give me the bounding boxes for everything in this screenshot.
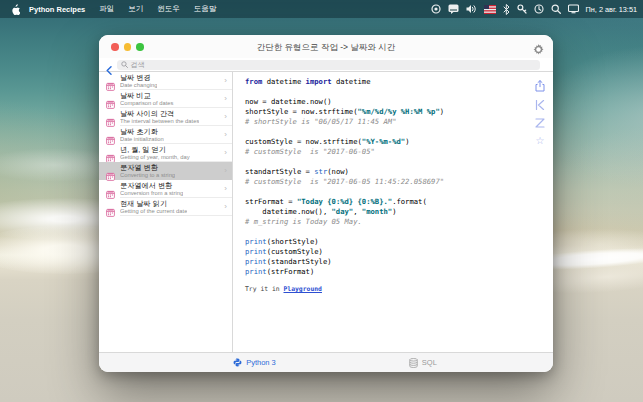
key-icon[interactable] <box>517 4 527 14</box>
code-line: strFormat = "Today {0:%d} {0:%B}.".forma… <box>245 197 553 207</box>
code-line: shortStyle = now.strftime("%m/%d/%y %H:%… <box>245 107 553 117</box>
sidebar-item-subtitle: Date initialization <box>120 136 164 143</box>
sidebar-item-subtitle: Conversion from a string <box>120 190 183 197</box>
menu-item-2[interactable]: 윈도우 <box>157 4 180 14</box>
chevron-right-icon: › <box>224 149 227 157</box>
code-line: print(shortStyle) <box>245 237 553 247</box>
sidebar-item-title: 날짜 변경 <box>120 74 157 82</box>
try-it-line: Try it in Playground <box>245 285 553 293</box>
status-icons <box>431 4 579 15</box>
format-z-icon[interactable] <box>535 118 545 128</box>
sidebar-item-subtitle: Getting of the current date <box>120 208 187 215</box>
sidebar-item-4[interactable]: 날짜 초기화Date initialization › <box>99 126 232 144</box>
sidebar-item-5[interactable]: 년, 월, 일 얻기Getting of year, month, day › <box>99 144 232 162</box>
display-icon[interactable] <box>568 4 579 14</box>
sidebar-item-2[interactable]: 날짜 비교Comparison of dates › <box>99 90 232 108</box>
code-line <box>245 157 553 167</box>
menu-item-0[interactable]: 파일 <box>99 4 114 14</box>
code-line <box>245 87 553 97</box>
chevron-right-icon: › <box>224 167 227 175</box>
chevron-right-icon: › <box>224 113 227 121</box>
active-app-name[interactable]: Python Recipes <box>29 5 85 14</box>
window-title: 간단한 유형으로 작업 -> 날짜와 시간 <box>99 42 553 54</box>
sidebar-item-8[interactable]: 현재 날짜 읽기Getting of the current date › <box>99 198 232 216</box>
code-line <box>245 227 553 237</box>
display-chat-icon[interactable] <box>448 4 459 14</box>
code-line <box>245 187 553 197</box>
menu-item-1[interactable]: 보기 <box>128 4 143 14</box>
code-line: from datetime import datetime <box>245 77 553 87</box>
sidebar-item-subtitle: Date changing <box>120 82 157 89</box>
sidebar-list: 날짜 변경Date changing›날짜 비교Comparison of da… <box>99 72 233 352</box>
volume-icon[interactable] <box>466 4 477 14</box>
code-line: now = datetime.now() <box>245 97 553 107</box>
code-line: standartStyle = str(now) <box>245 167 553 177</box>
bluetooth-icon[interactable] <box>503 4 510 15</box>
search-icon <box>121 61 128 68</box>
code-line: print(standartStyle) <box>245 257 553 267</box>
search-input[interactable]: 검색 <box>117 60 540 71</box>
code-line <box>245 127 553 137</box>
apple-menu-icon[interactable] <box>11 4 20 15</box>
menu-bar-clock[interactable]: Пн, 2 авг. 13:51 <box>586 5 637 14</box>
sidebar-item-title: 날짜 초기화 <box>120 128 164 136</box>
code-line: datetime.now(), "day", "month") <box>245 207 553 217</box>
chevron-right-icon: › <box>224 77 227 85</box>
chevron-right-icon: › <box>224 131 227 139</box>
sidebar-item-title: 년, 월, 일 얻기 <box>120 146 190 154</box>
playground-link[interactable]: Playground <box>283 285 321 293</box>
sidebar-item-1[interactable]: 날짜 변경Date changing › <box>99 72 232 90</box>
gear-icon[interactable] <box>533 41 544 59</box>
spotlight-icon[interactable] <box>551 4 561 14</box>
code-line: # customStyle is "2017-06-05" <box>245 147 553 157</box>
code-block: from datetime import datetime now = date… <box>233 72 553 277</box>
code-line: # shortStyle is "06/05/17 11:45 AM" <box>245 117 553 127</box>
sidebar-item-7[interactable]: 문자열에서 변환Conversion from a string › <box>99 180 232 198</box>
search-placeholder: 검색 <box>131 60 145 70</box>
sidebar-item-title: 문자열 변환 <box>120 164 175 172</box>
sidebar-item-title: 현재 날짜 읽기 <box>120 200 187 208</box>
sidebar-item-subtitle: Comparison of dates <box>120 100 174 107</box>
star-icon[interactable]: ☆ <box>536 136 545 146</box>
sidebar-item-subtitle: Getting of year, month, day <box>120 154 190 161</box>
chevron-right-icon: › <box>224 203 227 211</box>
search-toolbar: 검색 <box>99 58 553 72</box>
sidebar-item-title: 날짜 비교 <box>120 92 174 100</box>
chevron-right-icon: › <box>224 95 227 103</box>
sync-circle-icon[interactable] <box>534 4 544 14</box>
python-logo-icon <box>233 358 242 367</box>
chevron-right-icon: › <box>224 185 227 193</box>
sidebar-item-title: 날짜 사이의 간격 <box>120 110 199 118</box>
sidebar-item-3[interactable]: 날짜 사이의 간격The interval between the dates › <box>99 108 232 126</box>
code-panel: from datetime import datetime now = date… <box>233 72 553 352</box>
tab-python3[interactable]: Python 3 <box>233 358 276 367</box>
us-flag-icon[interactable] <box>484 5 496 14</box>
bottom-tab-bar: Python 3 SQL <box>99 352 553 372</box>
tab-sql[interactable]: SQL <box>409 358 437 368</box>
code-line: # m_string is Today 05 May. <box>245 217 553 227</box>
format-k-icon[interactable] <box>535 100 545 110</box>
sidebar-item-subtitle: Converting to a string <box>120 172 175 179</box>
action-icon-strip: ☆ <box>535 80 545 146</box>
menu-items: 파일 보기 윈도우 도움말 <box>99 4 216 14</box>
app-window: 간단한 유형으로 작업 -> 날짜와 시간 검색 날짜 변경Date chang… <box>99 35 553 372</box>
calendar-icon <box>106 203 115 221</box>
sidebar-item-6[interactable]: 문자열 변환Converting to a string › <box>99 162 232 180</box>
sidebar-item-title: 문자열에서 변환 <box>120 182 183 190</box>
code-line: customStyle = now.strftime("%Y-%m-%d") <box>245 137 553 147</box>
sidebar-item-subtitle: The interval between the dates <box>120 118 199 125</box>
menu-item-3[interactable]: 도움말 <box>194 4 217 14</box>
code-line: print(strFormat) <box>245 267 553 277</box>
code-line: # customStyle is "2017-06-05 11:45:22.05… <box>245 177 553 187</box>
code-line: print(customStyle) <box>245 247 553 257</box>
share-icon[interactable] <box>535 80 545 92</box>
database-icon <box>409 358 418 368</box>
circle-status-icon[interactable] <box>431 4 441 14</box>
title-bar: 간단한 유형으로 작업 -> 날짜와 시간 <box>99 35 553 58</box>
menu-bar: Python Recipes 파일 보기 윈도우 도움말 Пн, 2 авг. 13:… <box>0 0 643 18</box>
